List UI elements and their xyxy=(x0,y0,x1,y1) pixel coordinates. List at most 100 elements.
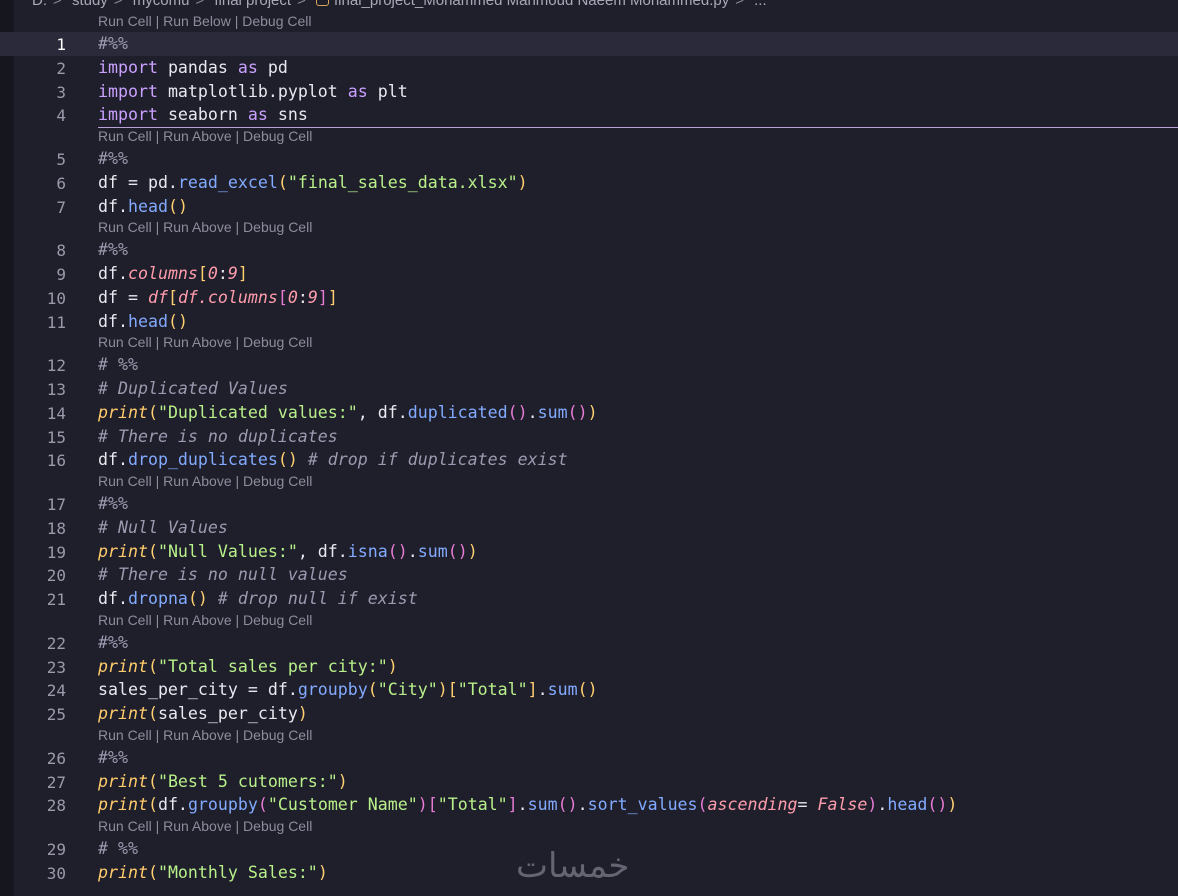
codelens-run-cell[interactable]: Run Cell xyxy=(98,473,152,489)
codelens-debug-cell[interactable]: Debug Cell xyxy=(243,473,312,489)
code-line[interactable]: 24 sales_per_city = df.groupby("City")["T… xyxy=(0,678,1178,702)
code-line[interactable]: 16 df.drop_duplicates() # drop if duplica… xyxy=(0,448,1178,472)
code-line[interactable]: 4 import seaborn as sns xyxy=(0,103,1178,127)
code-token: ( xyxy=(147,542,158,561)
codelens-run-cell[interactable]: Run Cell xyxy=(98,13,152,29)
code-line[interactable]: 6 df = pd.read_excel("final_sales_data.xl… xyxy=(0,171,1178,195)
code-text[interactable]: # There is no null values xyxy=(98,565,348,584)
codelens-run-cell[interactable]: Run Cell xyxy=(98,727,152,743)
code-line[interactable]: 2 import pandas as pd xyxy=(0,56,1178,80)
code-token: 9 xyxy=(307,288,318,307)
line-number: 22 xyxy=(46,634,66,653)
codelens-run-above[interactable]: Run Above xyxy=(163,473,232,489)
code-text[interactable]: print(sales_per_city) xyxy=(98,704,308,723)
code-line[interactable]: 11 df.head() xyxy=(0,310,1178,334)
code-line[interactable]: 5 #%% xyxy=(0,147,1178,171)
code-text[interactable]: df.columns[0:9] xyxy=(98,264,248,283)
line-number: 10 xyxy=(46,289,66,308)
code-text[interactable]: #%% xyxy=(98,240,128,259)
code-text[interactable]: print("Monthly Sales:") xyxy=(98,863,328,882)
codelens-debug-cell[interactable]: Debug Cell xyxy=(242,13,311,29)
code-line[interactable]: 8 #%% xyxy=(0,238,1178,262)
codelens-run-above[interactable]: Run Above xyxy=(163,128,232,144)
code-token: () xyxy=(577,680,598,699)
codelens-debug-cell[interactable]: Debug Cell xyxy=(243,818,312,834)
code-text[interactable]: print(df.groupby("Customer Name")["Total… xyxy=(98,795,957,814)
codelens-run-cell[interactable]: Run Cell xyxy=(98,334,152,350)
codelens-run-cell[interactable]: Run Cell xyxy=(98,128,152,144)
code-line[interactable]: 27 print("Best 5 cutomers:") xyxy=(0,770,1178,794)
code-line[interactable]: 18 # Null Values xyxy=(0,516,1178,540)
code-text[interactable]: import seaborn as sns xyxy=(98,105,308,124)
code-line[interactable]: 19 print("Null Values:", df.isna().sum()) xyxy=(0,540,1178,564)
code-token: . xyxy=(877,795,888,814)
codelens-debug-cell[interactable]: Debug Cell xyxy=(243,334,312,350)
codelens-run-above[interactable]: Run Above xyxy=(163,219,232,235)
code-line[interactable]: 28 print(df.groupby("Customer Name")["Tot… xyxy=(0,793,1178,817)
code-text[interactable]: #%% xyxy=(98,748,128,767)
code-text[interactable]: # Duplicated Values xyxy=(98,379,288,398)
codelens-run-above[interactable]: Run Above xyxy=(163,727,232,743)
code-text[interactable]: df.dropna() # drop null if exist xyxy=(98,589,418,608)
code-text[interactable]: print("Duplicated values:", df.duplicate… xyxy=(98,403,598,422)
code-token: () xyxy=(507,403,528,422)
code-line[interactable]: 12 # %% xyxy=(0,353,1178,377)
code-line[interactable]: 17 #%% xyxy=(0,492,1178,516)
code-line[interactable]: 20 # There is no null values xyxy=(0,563,1178,587)
codelens-run-above[interactable]: Run Above xyxy=(163,818,232,834)
codelens-run-cell[interactable]: Run Cell xyxy=(98,818,152,834)
line-number: 15 xyxy=(46,428,66,447)
code-text[interactable]: df = df[df.columns[0:9]] xyxy=(98,288,338,307)
codelens-debug-cell[interactable]: Debug Cell xyxy=(243,219,312,235)
codelens-debug-cell[interactable]: Debug Cell xyxy=(243,612,312,628)
code-line[interactable]: 14 print("Duplicated values:", df.duplica… xyxy=(0,401,1178,425)
codelens-run-cell[interactable]: Run Cell xyxy=(98,612,152,628)
codelens-run-cell[interactable]: Run Cell xyxy=(98,219,152,235)
code-token: "City" xyxy=(377,680,438,699)
code-text[interactable]: import matplotlib.pyplot as plt xyxy=(98,82,408,101)
code-editor[interactable]: Run Cell | Run Below | Debug Cell Run Cel… xyxy=(0,0,1178,896)
code-line[interactable]: 23 print("Total sales per city:") xyxy=(0,655,1178,679)
code-text[interactable]: #%% xyxy=(98,149,128,168)
code-token: sns xyxy=(267,105,308,124)
codelens-run-below[interactable]: Run Below xyxy=(163,13,231,29)
code-text[interactable]: df.drop_duplicates() # drop if duplicate… xyxy=(98,450,568,469)
code-text[interactable]: #%% xyxy=(98,494,128,513)
code-line[interactable]: 15 # There is no duplicates xyxy=(0,425,1178,449)
code-line[interactable]: 26 #%% xyxy=(0,746,1178,770)
code-line[interactable]: 10 df = df[df.columns[0:9]] xyxy=(0,286,1178,310)
code-text[interactable]: # Null Values xyxy=(98,518,228,537)
codelens-run-above[interactable]: Run Above xyxy=(163,612,232,628)
code-token: df. xyxy=(177,288,208,307)
code-token: head xyxy=(127,197,168,216)
code-line[interactable]: 1 #%% xyxy=(0,32,1178,56)
code-text[interactable]: print("Best 5 cutomers:") xyxy=(98,772,348,791)
code-line[interactable]: 22 #%% xyxy=(0,631,1178,655)
code-text[interactable]: df.head() xyxy=(98,197,188,216)
code-token: df = xyxy=(98,288,148,307)
code-text[interactable]: print("Null Values:", df.isna().sum()) xyxy=(98,542,478,561)
codelens-debug-cell[interactable]: Debug Cell xyxy=(243,128,312,144)
code-token: as xyxy=(247,105,268,124)
code-line[interactable]: 13 # Duplicated Values xyxy=(0,377,1178,401)
code-text[interactable]: df = pd.read_excel("final_sales_data.xls… xyxy=(98,173,528,192)
code-text[interactable]: # %% xyxy=(98,355,138,374)
code-line[interactable]: 3 import matplotlib.pyplot as plt xyxy=(0,80,1178,104)
code-text[interactable]: # There is no duplicates xyxy=(98,427,338,446)
code-text[interactable]: df.head() xyxy=(98,312,188,331)
code-line[interactable]: 21 df.dropna() # drop null if exist xyxy=(0,587,1178,611)
code-text[interactable]: # %% xyxy=(98,839,138,858)
code-line[interactable]: 25 print(sales_per_city) xyxy=(0,702,1178,726)
code-text[interactable]: import pandas as pd xyxy=(98,58,288,77)
code-line[interactable]: 9 df.columns[0:9] xyxy=(0,262,1178,286)
code-token: df xyxy=(147,288,168,307)
codelens-debug-cell[interactable]: Debug Cell xyxy=(243,727,312,743)
code-text[interactable]: #%% xyxy=(98,34,128,53)
code-text[interactable]: sales_per_city = df.groupby("City")["Tot… xyxy=(98,680,598,699)
codelens-run-above[interactable]: Run Above xyxy=(163,334,232,350)
code-line[interactable]: 7 df.head() xyxy=(0,195,1178,219)
codelens-separator: | xyxy=(231,219,244,235)
code-text[interactable]: #%% xyxy=(98,633,128,652)
code-text[interactable]: print("Total sales per city:") xyxy=(98,657,398,676)
code-token: duplicated xyxy=(407,403,508,422)
